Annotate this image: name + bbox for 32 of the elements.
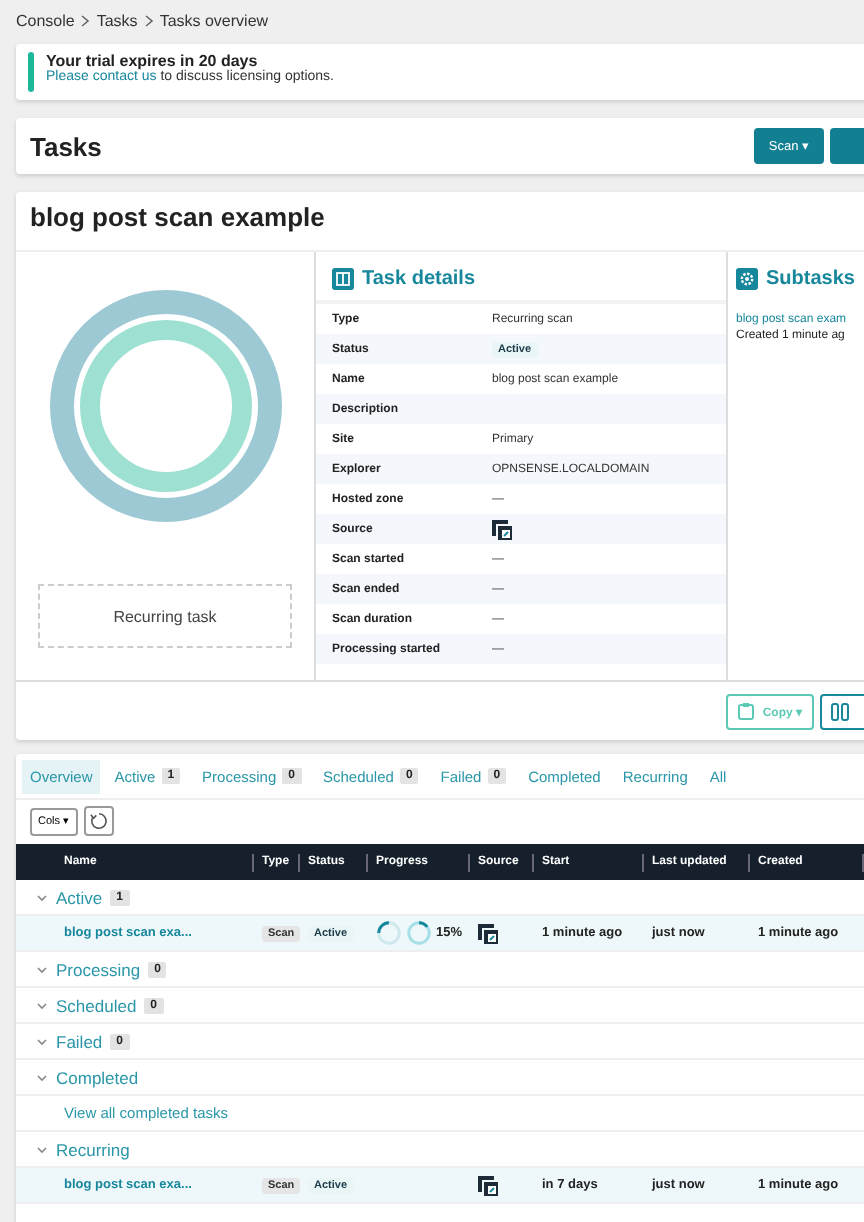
source-icon <box>478 923 498 943</box>
group-label[interactable]: Completed <box>56 1067 139 1087</box>
section-title: Subtasks <box>766 267 855 289</box>
breadcrumb-link[interactable]: Console <box>16 11 75 29</box>
breadcrumb-link[interactable]: Tasks <box>96 11 138 29</box>
info-icon <box>332 267 354 289</box>
source-icon <box>492 519 512 539</box>
columns-button[interactable] <box>820 693 864 729</box>
group-label[interactable]: Processing <box>56 959 141 979</box>
gear-icon <box>736 267 758 289</box>
group-label[interactable]: Recurring <box>56 1139 130 1159</box>
chevron-icon[interactable] <box>36 1143 48 1155</box>
page-title: Tasks <box>30 131 102 161</box>
columns-icon <box>830 701 850 721</box>
chevron-icon[interactable] <box>36 891 48 903</box>
section-title: Task details <box>362 267 476 289</box>
chevron-icon <box>80 13 91 27</box>
source-icon <box>478 1175 498 1195</box>
chevron-icon <box>143 13 154 27</box>
task-title: blog post scan example <box>16 192 864 252</box>
notice-title: Your trial expires in 20 days <box>46 52 258 70</box>
refresh-icon <box>89 812 108 830</box>
accent-bar <box>28 52 34 92</box>
progress-ring <box>406 920 432 946</box>
chevron-icon[interactable] <box>36 963 48 975</box>
chevron-icon[interactable] <box>36 1035 48 1047</box>
chevron-icon[interactable] <box>36 999 48 1011</box>
task-kind-label: Recurring task <box>38 584 292 648</box>
clipboard-icon <box>738 702 755 720</box>
spinner-icon <box>376 920 402 946</box>
chevron-icon[interactable] <box>36 1071 48 1083</box>
refresh-button[interactable] <box>83 806 114 836</box>
